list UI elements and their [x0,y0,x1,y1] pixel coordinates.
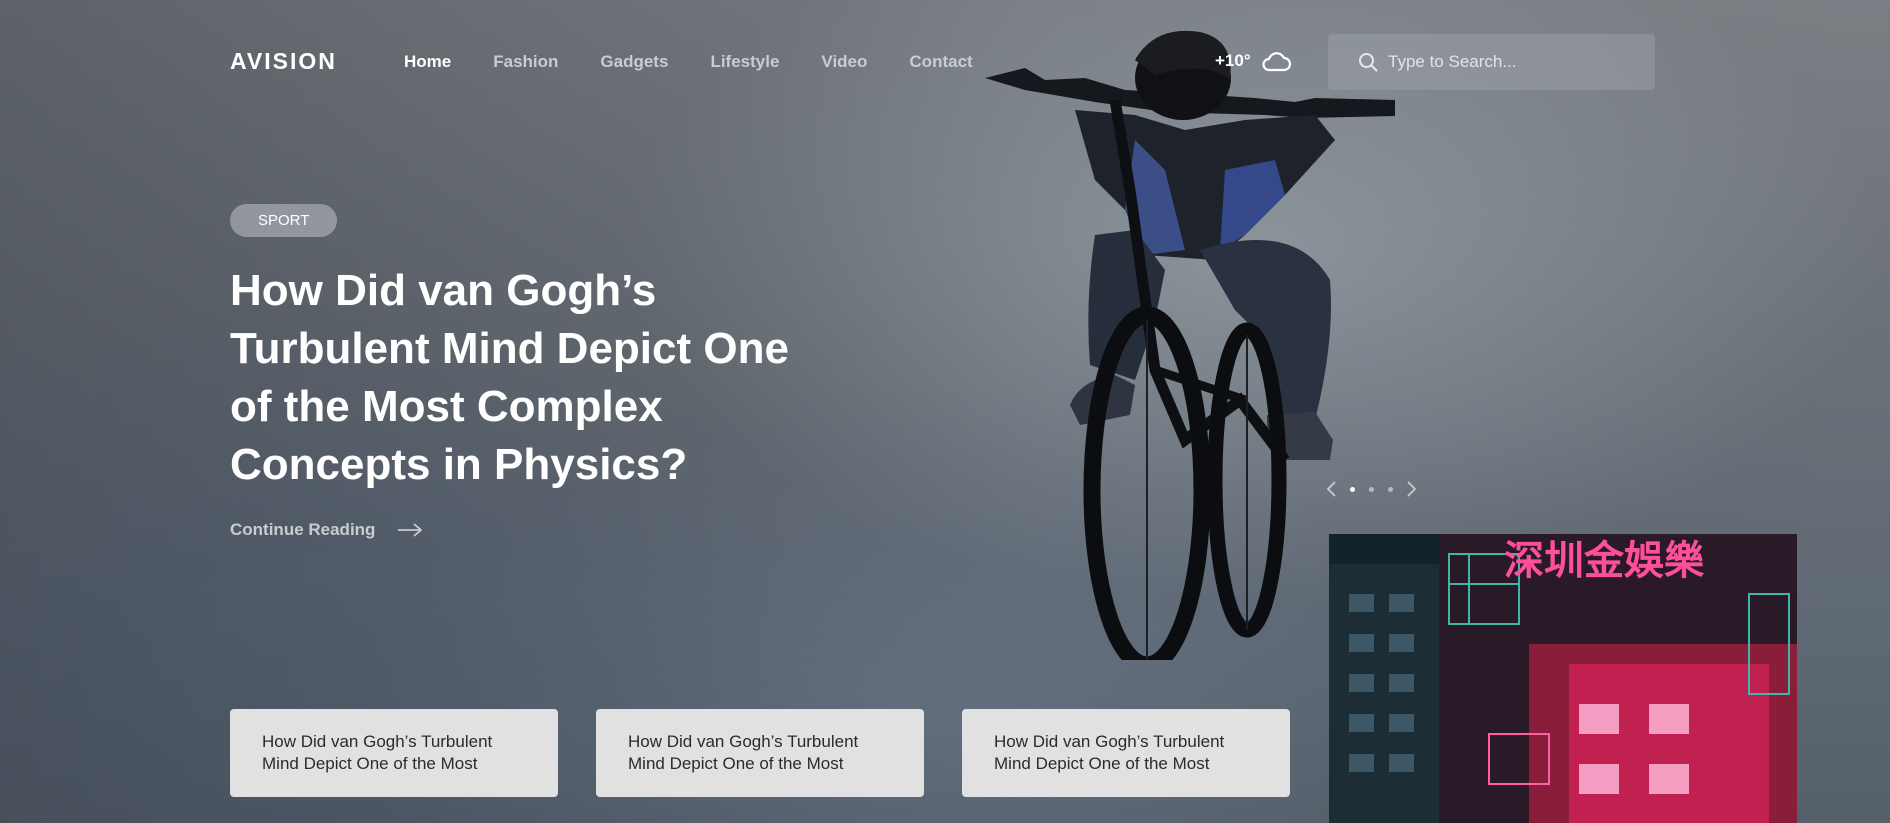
continue-reading-link[interactable]: Continue Reading [230,520,423,540]
chevron-left-icon[interactable] [1325,480,1339,498]
article-card[interactable]: How Did van Gogh’s Turbulent Mind Depict… [962,709,1290,797]
weather-temperature: +10° [1215,51,1251,70]
cloud-icon [1262,52,1291,72]
continue-reading-label: Continue Reading [230,520,376,539]
slider-controls [1325,480,1418,498]
neon-building-illustration: 深圳金娛樂 [1329,534,1797,823]
weather-widget: +10° [1215,50,1291,72]
chevron-right-icon[interactable] [1404,480,1418,498]
nav-item-home[interactable]: Home [404,52,451,72]
hero-title[interactable]: How Did van Gogh’s Turbulent Mind Depict… [230,262,830,494]
nav-item-lifestyle[interactable]: Lifestyle [710,52,779,72]
category-badge[interactable]: SPORT [230,204,338,237]
search-input[interactable] [1388,52,1638,72]
main-nav: Home Fashion Gadgets Lifestyle Video Con… [404,52,1015,72]
nav-item-fashion[interactable]: Fashion [493,52,558,72]
article-card[interactable]: How Did van Gogh’s Turbulent Mind Depict… [596,709,924,797]
nav-item-video[interactable]: Video [821,52,867,72]
arrow-right-icon [398,523,423,537]
search-icon [1359,53,1378,72]
article-card[interactable]: How Did van Gogh’s Turbulent Mind Depict… [230,709,558,797]
slider-dot[interactable] [1388,486,1393,492]
slider-dot[interactable] [1350,486,1355,492]
article-cards: How Did van Gogh’s Turbulent Mind Depict… [230,709,1290,797]
search-box[interactable] [1328,34,1655,90]
neon-sign-text: 深圳金娛樂 [1504,538,1705,584]
nav-item-contact[interactable]: Contact [909,52,972,72]
site-logo[interactable]: AVISION [230,48,337,75]
slider-dot[interactable] [1369,486,1374,492]
nav-item-gadgets[interactable]: Gadgets [600,52,668,72]
neon-city-image[interactable]: 深圳金娛樂 [1329,534,1797,823]
